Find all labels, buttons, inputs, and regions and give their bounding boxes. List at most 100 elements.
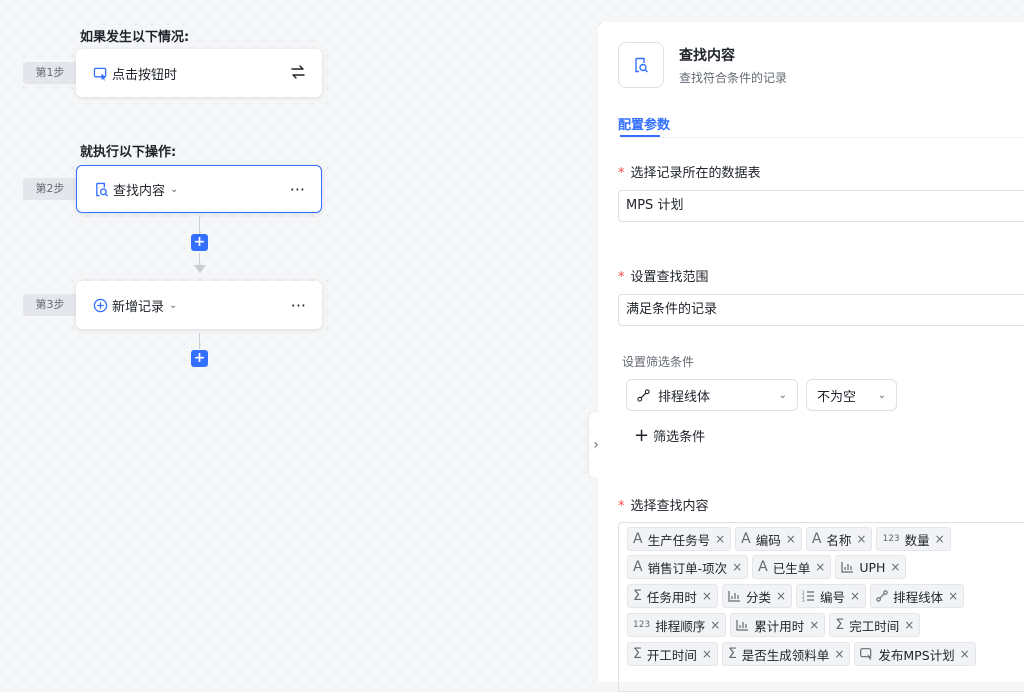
tag-label: 累计用时 bbox=[754, 618, 805, 634]
tag-label: 排程线体 bbox=[893, 589, 944, 605]
config-panel: 查找内容 查找符合条件的记录 配置参数 * 选择记录所在的数据表 MPS 计划 *… bbox=[598, 22, 1024, 692]
panel-subtitle: 查找符合条件的记录 bbox=[679, 71, 788, 85]
tag-label: UPH bbox=[859, 559, 886, 575]
remove-tag-icon[interactable]: × bbox=[850, 589, 860, 603]
remove-tag-icon[interactable]: × bbox=[702, 647, 712, 661]
remove-tag-icon[interactable]: × bbox=[776, 589, 786, 603]
remove-tag-icon[interactable]: × bbox=[710, 618, 720, 632]
remove-tag-icon[interactable]: × bbox=[815, 560, 825, 574]
tag-label: 发布MPS计划 bbox=[878, 647, 955, 663]
content-tag[interactable]: 累计用时 × bbox=[730, 613, 826, 637]
formula-field-icon: Σ bbox=[727, 646, 737, 662]
remove-tag-icon[interactable]: × bbox=[960, 647, 970, 661]
tag-label: 是否生成领料单 bbox=[741, 647, 830, 663]
find-record-icon bbox=[93, 181, 109, 197]
text-field-icon: A bbox=[758, 559, 768, 575]
remove-tag-icon[interactable]: × bbox=[856, 532, 866, 546]
filter-operator-value: 不为空 bbox=[817, 389, 857, 405]
filter-field-select[interactable]: 排程线体 ⌄ bbox=[626, 379, 798, 411]
formula-field-icon: Σ bbox=[633, 646, 642, 662]
connector-line bbox=[199, 333, 200, 349]
tag-label: 分类 bbox=[745, 589, 771, 605]
number-field-icon: 123 bbox=[882, 534, 900, 544]
content-tag[interactable]: 排程线体 × bbox=[870, 584, 965, 608]
content-tag[interactable]: A 名称 × bbox=[805, 527, 873, 551]
chevron-down-icon: ⌄ bbox=[877, 389, 886, 401]
content-label-text: 选择查找内容 bbox=[630, 499, 709, 514]
step-3-tag: 第3步 bbox=[23, 294, 77, 316]
chart-field-icon bbox=[841, 561, 854, 573]
content-tag[interactable]: 123 数量 × bbox=[876, 527, 951, 551]
remove-tag-icon[interactable]: × bbox=[809, 618, 819, 632]
cursor-click-icon bbox=[92, 65, 108, 81]
step-2-tag: 第2步 bbox=[23, 178, 77, 200]
content-tag[interactable]: A 编码 × bbox=[735, 527, 802, 551]
more-menu-icon[interactable]: ··· bbox=[290, 180, 305, 199]
content-tag[interactable]: 发布MPS计划 × bbox=[854, 642, 976, 666]
content-tag[interactable]: UPH × bbox=[835, 555, 907, 579]
table-select[interactable]: MPS 计划 bbox=[618, 190, 1024, 222]
remove-tag-icon[interactable]: × bbox=[948, 589, 958, 603]
add-record-card[interactable]: 新增记录 ⌄ ··· bbox=[76, 281, 322, 329]
plus-icon: + bbox=[634, 424, 650, 446]
find-content-label: 查找内容 bbox=[113, 183, 166, 199]
content-field-label: * 选择查找内容 bbox=[618, 495, 709, 514]
step-1-tag: 第1步 bbox=[23, 62, 77, 84]
tag-row: Σ 任务用时 × 分类 × 1 2 3 编号 × 排程线体 × bbox=[627, 584, 965, 608]
scope-field-label: * 设置查找范围 bbox=[618, 266, 709, 285]
tag-row: A 生产任务号 × A 编码 × A 名称 × 123 数量 × bbox=[627, 527, 951, 551]
formula-field-icon: Σ bbox=[633, 588, 642, 604]
add-step-button[interactable]: + bbox=[191, 350, 208, 367]
scope-select[interactable]: 满足条件的记录 bbox=[618, 294, 1024, 326]
tab-config-params[interactable]: 配置参数 bbox=[618, 114, 670, 133]
find-content-card[interactable]: 查找内容 ⌄ ··· bbox=[76, 165, 322, 213]
scope-label-text: 设置查找范围 bbox=[630, 270, 709, 285]
filter-operator-select[interactable]: 不为空 ⌄ bbox=[806, 379, 897, 411]
connector-line bbox=[199, 216, 200, 234]
tag-label: 销售订单-项次 bbox=[647, 560, 728, 576]
chevron-down-icon[interactable]: ⌄ bbox=[169, 300, 177, 311]
find-record-icon bbox=[618, 42, 664, 88]
content-tag[interactable]: Σ 完工时间 × bbox=[829, 613, 921, 637]
swap-icon[interactable] bbox=[290, 64, 306, 83]
remove-tag-icon[interactable]: × bbox=[890, 560, 900, 574]
remove-tag-icon[interactable]: × bbox=[702, 589, 712, 603]
content-tag[interactable]: A 销售订单-项次 × bbox=[627, 555, 749, 579]
add-filter-button[interactable]: + 筛选条件 bbox=[634, 426, 705, 445]
tag-label: 编号 bbox=[820, 589, 846, 605]
remove-tag-icon[interactable]: × bbox=[834, 647, 844, 661]
tag-row: Σ 开工时间 × Σ 是否生成领料单 × 发布MPS计划 × bbox=[627, 642, 976, 666]
add-step-button[interactable]: + bbox=[191, 234, 208, 251]
content-tag[interactable]: 1 2 3 编号 × bbox=[796, 584, 867, 608]
remove-tag-icon[interactable]: × bbox=[715, 532, 725, 546]
tab-underline bbox=[620, 135, 660, 137]
remove-tag-icon[interactable]: × bbox=[935, 532, 945, 546]
required-mark: * bbox=[618, 270, 625, 285]
content-tag[interactable]: Σ 任务用时 × bbox=[627, 584, 718, 608]
action-heading: 就执行以下操作: bbox=[80, 145, 177, 160]
trigger-card[interactable]: 点击按钮时 bbox=[76, 49, 322, 97]
content-tag[interactable]: Σ 开工时间 × bbox=[627, 642, 718, 666]
content-tag[interactable]: Σ 是否生成领料单 × bbox=[721, 642, 851, 666]
chevron-down-icon[interactable]: ⌄ bbox=[170, 184, 178, 195]
content-tag[interactable]: A 已生单 × bbox=[752, 555, 832, 579]
plus-circle-icon bbox=[92, 297, 108, 313]
content-tags-box[interactable]: A 生产任务号 × A 编码 × A 名称 × 123 数量 × A 销售订单-项次 × A 已生单 × UPH × Σ… bbox=[618, 522, 1024, 692]
more-menu-icon[interactable]: ··· bbox=[291, 296, 306, 315]
text-field-icon: A bbox=[811, 531, 822, 547]
tag-label: 任务用时 bbox=[646, 589, 697, 605]
add-record-label: 新增记录 bbox=[112, 299, 165, 315]
autonumber-field-icon: 123 bbox=[802, 590, 815, 602]
tag-label: 编码 bbox=[755, 532, 781, 548]
svg-text:3: 3 bbox=[802, 598, 805, 602]
trigger-heading: 如果发生以下情况: bbox=[80, 30, 190, 45]
content-tag[interactable]: 分类 × bbox=[721, 584, 793, 608]
filter-field-value: 排程线体 bbox=[658, 389, 711, 405]
content-tag[interactable]: A 生产任务号 × bbox=[627, 527, 732, 551]
arrow-down-icon bbox=[194, 265, 206, 273]
text-field-icon: A bbox=[633, 531, 643, 547]
remove-tag-icon[interactable]: × bbox=[904, 618, 914, 632]
remove-tag-icon[interactable]: × bbox=[732, 560, 742, 574]
content-tag[interactable]: 123 排程顺序 × bbox=[627, 613, 727, 637]
remove-tag-icon[interactable]: × bbox=[786, 532, 796, 546]
